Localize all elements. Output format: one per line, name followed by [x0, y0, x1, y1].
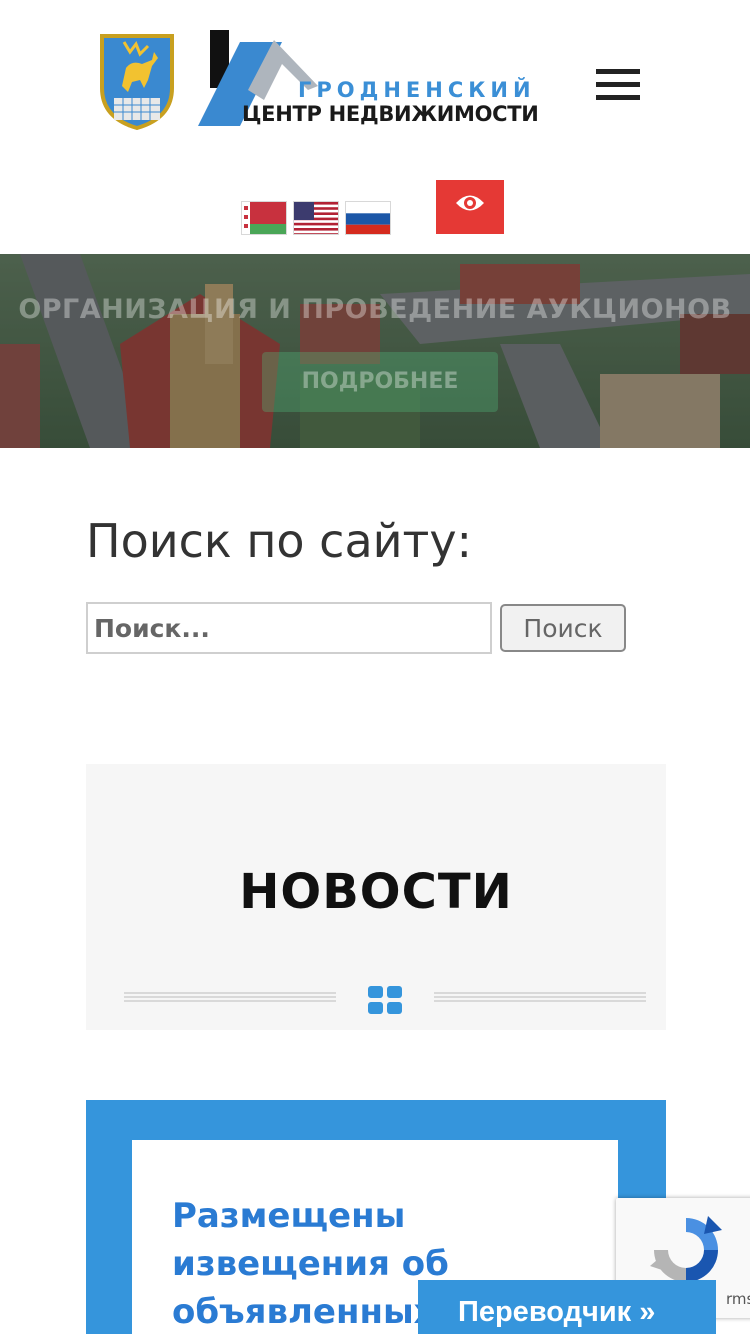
hero-title: ОРГАНИЗАЦИЯ И ПРОВЕДЕНИЕ АУКЦИОНОВ [18, 294, 732, 325]
site-header: ГРОДНЕНСКИЙ ЦЕНТР НЕДВИЖИМОСТИ [0, 0, 750, 254]
news-section: НОВОСТИ [86, 764, 666, 1030]
divider-left [124, 992, 336, 1004]
search-heading: Поиск по сайту: [86, 514, 473, 568]
logo-title-line2[interactable]: ЦЕНТР НЕДВИЖИМОСТИ [242, 102, 539, 126]
search-button[interactable]: Поиск [500, 604, 626, 652]
eye-icon [456, 195, 484, 211]
coat-of-arms-icon[interactable] [96, 30, 178, 130]
accessibility-eye-button[interactable] [436, 180, 504, 234]
grid-icon [368, 986, 402, 1014]
hero-banner: ОРГАНИЗАЦИЯ И ПРОВЕДЕНИЕ АУКЦИОНОВ ПОДРО… [0, 254, 750, 448]
search-input[interactable] [86, 602, 492, 654]
usa-flag-icon[interactable] [293, 201, 339, 235]
logo-title-line1[interactable]: ГРОДНЕНСКИЙ [298, 78, 536, 102]
city-aerial-image [0, 254, 750, 448]
recaptcha-icon [650, 1216, 722, 1282]
translator-button[interactable]: Переводчик » [418, 1280, 716, 1334]
belarus-flag-icon[interactable] [241, 201, 287, 235]
divider-right [434, 992, 646, 1004]
hamburger-menu-icon[interactable] [596, 69, 640, 101]
hero-more-button[interactable]: ПОДРОБНЕЕ [262, 352, 498, 412]
russia-flag-icon[interactable] [345, 201, 391, 235]
news-heading: НОВОСТИ [239, 864, 513, 920]
recaptcha-terms-link[interactable]: rms [726, 1290, 750, 1308]
